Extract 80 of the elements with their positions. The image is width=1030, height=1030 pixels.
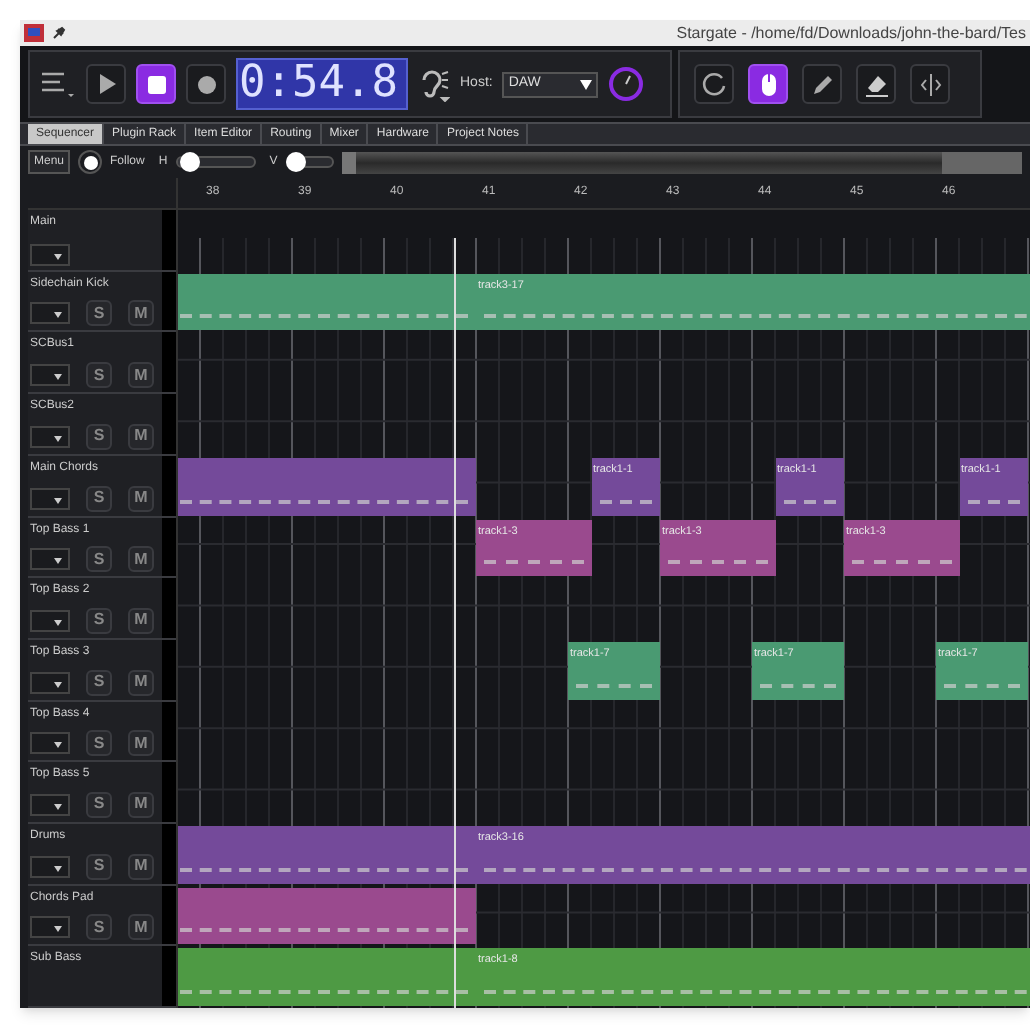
clip[interactable] [178,948,476,1006]
mute-button[interactable]: M [128,853,154,880]
caret-icon [54,374,62,381]
track-dropdown[interactable] [30,855,70,878]
loop-tool-button[interactable] [694,64,734,104]
loop-icon [697,67,731,101]
mouse-tool-button[interactable] [748,64,788,104]
window-title: Stargate - /home/fd/Downloads/john-the-bard/Tes [676,21,1026,45]
track-dropdown[interactable] [30,916,70,939]
track-dropdown[interactable] [30,548,70,571]
mute-button[interactable]: M [128,669,154,696]
mute-button[interactable]: M [128,362,154,389]
caret-icon [54,558,62,565]
mute-button[interactable]: M [128,423,154,450]
solo-button[interactable]: S [86,791,112,818]
caret-icon [54,497,62,503]
notes-drawing [944,683,1020,688]
v-zoom-slider[interactable] [285,156,334,168]
caret-icon [54,253,62,260]
track-dropdown[interactable] [30,487,70,509]
notes-drawing [760,683,836,688]
horizontal-scrollbar[interactable] [341,151,1022,173]
notes-drawing [668,560,767,565]
caret-icon [54,312,62,319]
solo-button[interactable]: S [86,914,112,941]
split-tool-button[interactable] [910,64,950,104]
app-icon [24,24,44,42]
clip[interactable] [178,887,476,945]
ear-icon[interactable] [418,66,450,102]
caret-icon [54,619,62,626]
pencil-tool-button[interactable] [802,64,842,104]
pin-icon[interactable] [52,26,66,40]
volume-knob[interactable] [608,66,645,102]
caret-icon [54,681,62,688]
mute-button[interactable]: M [128,485,154,511]
solo-button[interactable]: S [86,362,112,389]
clip[interactable] [178,457,476,515]
caret-icon [54,865,62,872]
play-button[interactable] [86,64,126,104]
mute-button[interactable]: M [128,791,154,818]
notes-drawing [484,560,583,565]
solo-button[interactable]: S [86,669,112,696]
caret-icon [54,435,62,442]
clip[interactable] [178,825,476,884]
clip[interactable] [178,273,476,331]
track-dropdown[interactable] [30,364,70,387]
mute-button[interactable]: M [128,546,154,573]
mute-button[interactable]: M [128,300,154,327]
solo-button[interactable]: S [86,730,112,757]
track-dropdown[interactable] [30,793,70,816]
notes-drawing [576,683,652,688]
track-dropdown[interactable] [30,243,70,266]
slider-thumb[interactable] [179,152,199,172]
track-dropdown[interactable] [30,732,70,755]
solo-button[interactable]: S [86,485,112,511]
track-dropdown[interactable] [30,609,70,632]
solo-button[interactable]: S [86,423,112,450]
menu-icon[interactable] [40,70,76,98]
stop-button[interactable] [136,64,176,104]
solo-button[interactable]: S [86,300,112,327]
time-display: 0:54.8 [239,62,398,106]
solo-button[interactable]: S [86,853,112,880]
eraser-tool-button[interactable] [856,64,896,104]
caret-icon [54,803,62,810]
mute-button[interactable]: M [128,730,154,757]
slider-thumb[interactable] [285,152,306,172]
h-zoom-slider[interactable] [175,156,256,168]
mute-button[interactable]: M [128,607,154,634]
record-button[interactable] [186,64,226,104]
caret-icon [580,79,593,89]
solo-button[interactable]: S [86,607,112,634]
solo-button[interactable]: S [86,546,112,573]
caret-icon [54,926,62,933]
notes-drawing [852,560,951,565]
track-dropdown[interactable] [30,302,70,325]
follow-radio[interactable] [78,150,103,174]
caret-icon [54,742,62,749]
mute-button[interactable]: M [128,914,154,941]
track-dropdown[interactable] [30,425,70,448]
track-dropdown[interactable] [30,671,70,694]
